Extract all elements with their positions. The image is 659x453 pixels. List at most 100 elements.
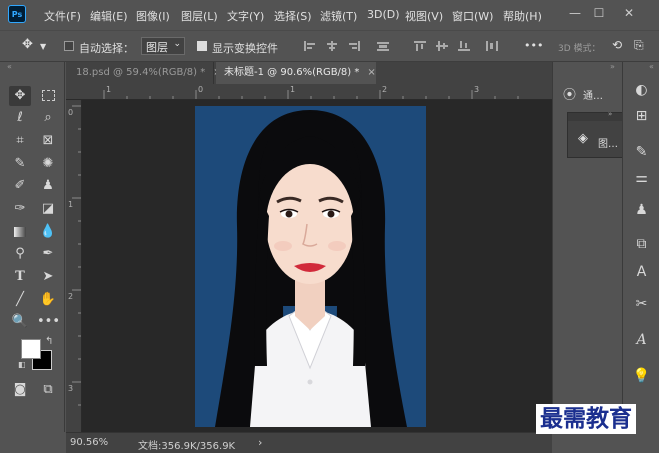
show-transform-label: 显示变换控件 bbox=[212, 42, 278, 55]
channels-panel-button[interactable]: ⦿ 通… bbox=[559, 82, 615, 104]
layers-icon: ◈ bbox=[578, 131, 588, 146]
channels-icon: ⦿ bbox=[563, 88, 577, 103]
menu-view[interactable]: 视图(V) bbox=[405, 8, 443, 24]
clone-stamp-tool-icon[interactable]: ♟ bbox=[37, 176, 59, 196]
align-hcenter-icon[interactable] bbox=[326, 41, 338, 51]
tab-label: 18.psd @ 59.4%(RGB/8) * bbox=[76, 67, 206, 78]
more-options-icon[interactable]: ••• bbox=[524, 39, 543, 52]
document-size: 文档:356.9K/356.9K bbox=[138, 441, 236, 452]
gradient-tool-icon[interactable] bbox=[9, 222, 31, 242]
more-tools-icon[interactable]: ••• bbox=[37, 312, 60, 332]
menu-image[interactable]: 图像(I) bbox=[136, 8, 170, 24]
adjustments-panel-icon[interactable]: ⚌ bbox=[623, 164, 659, 192]
align-bottom-icon[interactable] bbox=[458, 41, 470, 51]
ruler-label: 0 bbox=[198, 85, 204, 94]
tools-panel-icon[interactable]: ✂ bbox=[623, 290, 659, 318]
auto-select-label: 自动选择： bbox=[79, 42, 134, 55]
document-photo[interactable] bbox=[195, 106, 426, 427]
zoom-level[interactable]: 90.56% bbox=[70, 437, 108, 448]
menu-3d[interactable]: 3D(D) bbox=[367, 8, 400, 21]
menu-help[interactable]: 帮助(H) bbox=[503, 8, 542, 24]
close-window-icon[interactable]: ✕ bbox=[618, 4, 640, 22]
panel-icon-strip: « ◐ ⊞ ✎ ⚌ ♟ ⧉ A ✂ A 💡 bbox=[622, 62, 659, 432]
color-panel-icon[interactable]: ◐ bbox=[623, 76, 659, 104]
zoom-tool-icon[interactable]: 🔍 bbox=[9, 312, 31, 332]
clone-source-panel-icon[interactable]: ♟ bbox=[623, 196, 659, 224]
align-vcenter-icon[interactable] bbox=[436, 41, 448, 51]
lasso-tool-icon[interactable]: ℓ bbox=[9, 108, 31, 128]
menu-filter[interactable]: 滤镜(T) bbox=[320, 8, 357, 24]
menu-window[interactable]: 窗口(W) bbox=[452, 8, 493, 24]
spot-heal-tool-icon[interactable]: ✺ bbox=[37, 154, 59, 174]
frame-tool-icon[interactable]: ⊠ bbox=[37, 131, 59, 151]
dodge-tool-icon[interactable]: ⚲ bbox=[9, 244, 31, 264]
eraser-tool-icon[interactable]: ◪ bbox=[37, 199, 59, 219]
tab-18-psd[interactable]: 18.psd @ 59.4%(RGB/8) *× bbox=[68, 62, 222, 84]
align-left-icon[interactable] bbox=[304, 41, 316, 51]
toolbox: « ✥ ℓ ⌕ ⌗ ⊠ ✎ ✺ ✐ ♟ ✑ ◪ 💧 ⚲ ✒ T ➤ ╱ ✋ 🔍 … bbox=[3, 62, 65, 432]
show-transform-checkbox[interactable] bbox=[197, 41, 207, 51]
marquee-tool-icon[interactable] bbox=[37, 86, 59, 106]
menu-file[interactable]: 文件(F) bbox=[44, 8, 81, 24]
ruler-label: 3 bbox=[68, 384, 74, 393]
auto-select-checkbox[interactable] bbox=[64, 41, 74, 51]
brush-tool-icon[interactable]: ✐ bbox=[9, 176, 31, 196]
move-tool-icon[interactable]: ✥ bbox=[9, 86, 31, 106]
ruler-label: 1 bbox=[68, 200, 74, 209]
options-bar: ✥ ▼ 自动选择： 图层 ⌄ 显示变换控件 ••• 3D 模式： ⟲ ⎘ bbox=[0, 30, 659, 62]
eyedropper-tool-icon[interactable]: ✎ bbox=[9, 154, 31, 174]
auto-select-target-value: 图层 bbox=[146, 41, 168, 54]
collapse-toolbox-icon[interactable]: « bbox=[7, 62, 12, 71]
minimize-icon[interactable]: — bbox=[564, 4, 586, 22]
menu-layer[interactable]: 图层(L) bbox=[181, 8, 218, 24]
menu-edit[interactable]: 编辑(E) bbox=[90, 8, 128, 24]
pen-tool-icon[interactable]: ✒ bbox=[37, 244, 59, 264]
status-bar: 90.56% 文档:356.9K/356.9K › bbox=[66, 432, 552, 453]
learn-panel-icon[interactable]: 💡 bbox=[623, 362, 659, 390]
brush-panel-icon[interactable]: ✎ bbox=[623, 138, 659, 166]
swatches-panel-icon[interactable]: ⊞ bbox=[623, 102, 659, 130]
type-tool-icon[interactable]: T bbox=[9, 267, 31, 287]
tab-untitled-1[interactable]: 未标题-1 @ 90.6%(RGB/8) * × bbox=[216, 62, 376, 84]
share-icon[interactable]: ⎘ bbox=[634, 38, 644, 53]
move-tool-preset-icon[interactable]: ✥ bbox=[22, 37, 33, 52]
expand-icon[interactable]: » bbox=[608, 110, 612, 118]
canvas-area[interactable] bbox=[82, 100, 552, 432]
glyphs-panel-icon[interactable]: ⧉ bbox=[623, 230, 659, 258]
status-menu-icon[interactable]: › bbox=[258, 436, 262, 449]
screen-mode-icon[interactable]: ⧉ bbox=[37, 380, 59, 400]
rotate-3d-icon[interactable]: ⟲ bbox=[612, 38, 622, 52]
menu-type[interactable]: 文字(Y) bbox=[227, 8, 264, 24]
align-right-icon[interactable] bbox=[348, 41, 360, 51]
hand-tool-icon[interactable]: ✋ bbox=[37, 290, 59, 310]
align-top-icon[interactable] bbox=[414, 41, 426, 51]
menu-bar: Ps 文件(F) 编辑(E) 图像(I) 图层(L) 文字(Y) 选择(S) 滤… bbox=[0, 0, 659, 30]
distribute-horizontal-icon[interactable] bbox=[486, 41, 498, 51]
close-tab-icon[interactable]: × bbox=[367, 67, 375, 78]
foreground-color-swatch[interactable] bbox=[21, 339, 41, 359]
default-colors-icon[interactable]: ◧ bbox=[18, 360, 26, 369]
maximize-icon[interactable]: ☐ bbox=[588, 4, 610, 22]
collapse-strip-icon[interactable]: « bbox=[649, 62, 654, 71]
blur-tool-icon[interactable]: 💧 bbox=[37, 222, 59, 242]
ruler-label: 3 bbox=[474, 85, 480, 94]
auto-select-target-dropdown[interactable]: 图层 ⌄ bbox=[141, 37, 185, 55]
swap-colors-icon[interactable]: ↰ bbox=[45, 336, 53, 347]
distribute-vertical-icon[interactable] bbox=[377, 41, 389, 51]
crop-tool-icon[interactable]: ⌗ bbox=[9, 131, 31, 151]
character-panel-icon[interactable]: A bbox=[623, 258, 659, 286]
photoshop-logo-icon: Ps bbox=[8, 5, 26, 23]
vertical-ruler: 0 1 2 3 bbox=[66, 100, 82, 432]
menu-select[interactable]: 选择(S) bbox=[274, 8, 312, 24]
history-brush-tool-icon[interactable]: ✑ bbox=[9, 199, 31, 219]
chevron-down-icon[interactable]: ▼ bbox=[40, 42, 46, 51]
quick-select-tool-icon[interactable]: ⌕ bbox=[37, 108, 59, 128]
ruler-label: 2 bbox=[68, 292, 74, 301]
path-select-tool-icon[interactable]: ➤ bbox=[37, 267, 59, 287]
quick-mask-icon[interactable]: ◙ bbox=[9, 380, 31, 400]
line-tool-icon[interactable]: ╱ bbox=[9, 290, 31, 310]
paragraph-panel-icon[interactable]: A bbox=[623, 326, 659, 354]
ruler-ticks bbox=[72, 105, 81, 406]
expand-panels-icon[interactable]: » bbox=[610, 62, 615, 71]
ruler-label: 1 bbox=[290, 85, 296, 94]
